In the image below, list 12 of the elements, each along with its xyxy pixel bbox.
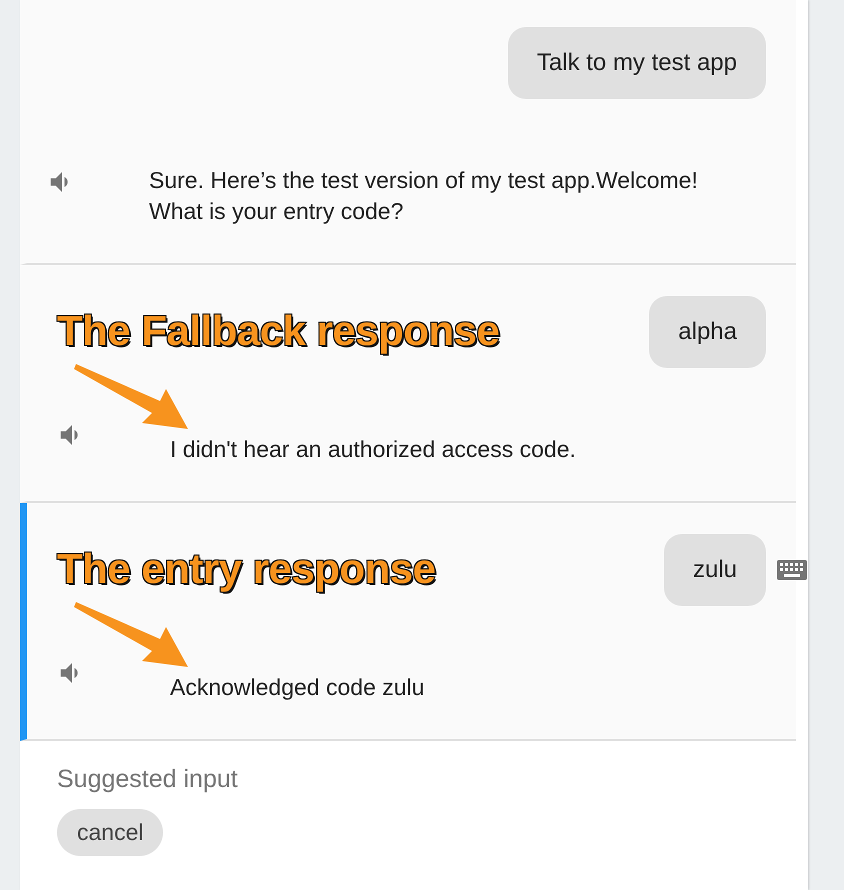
suggestion-chip[interactable]: cancel (57, 809, 164, 856)
user-bubble: Talk to my test app (508, 27, 766, 99)
annotation-text: The entry response (57, 545, 436, 593)
suggested-input-label: Suggested input (57, 765, 239, 794)
conversation-turn[interactable]: The Fallback response alpha I didn't hear an authorized access code. (20, 265, 796, 503)
conversation-turn[interactable]: Talk to my test app Sure. Here’s the test version of my test app.Welcome! What is your entry code? (20, 0, 796, 265)
response-text: Acknowledged code zulu (170, 673, 426, 702)
user-bubble: zulu (664, 534, 766, 606)
response-text: I didn't hear an authorized access code. (170, 435, 577, 464)
annotation-text: The Fallback response (57, 307, 500, 355)
user-bubble: alpha (649, 296, 766, 368)
response-text: Sure. Here’s the test version of my test app.Welcome! What is your entry code? (149, 166, 699, 226)
